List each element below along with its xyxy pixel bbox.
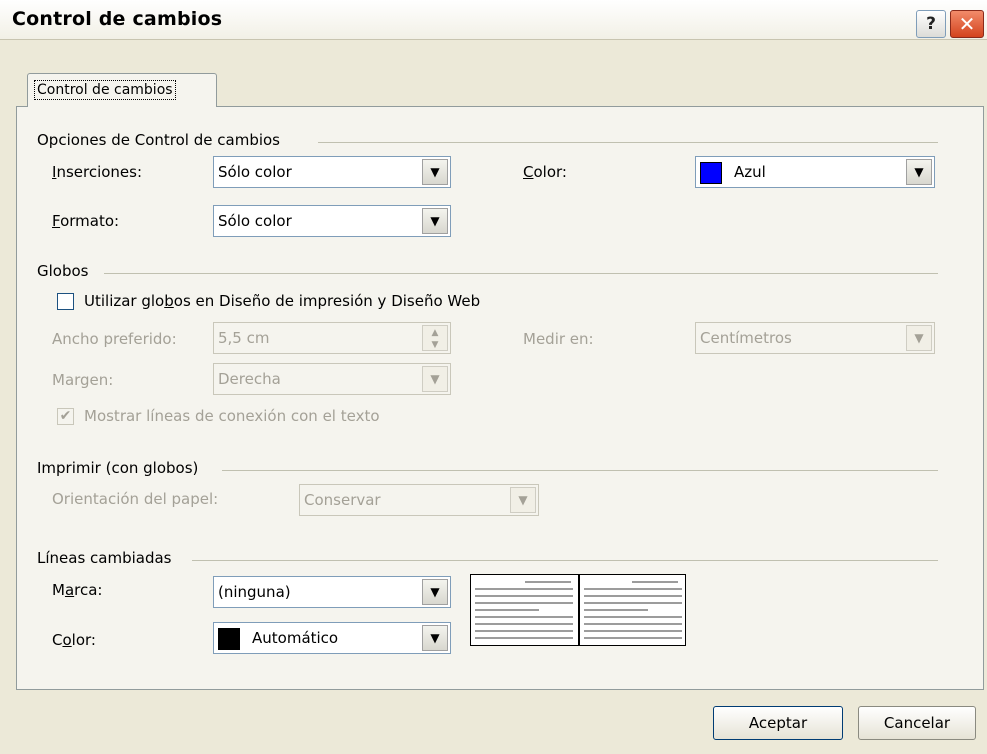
margin-select[interactable]: Derecha ▼	[213, 363, 451, 395]
use-balloons-checkbox[interactable]	[57, 293, 74, 310]
insertions-label: Inserciones:	[52, 163, 143, 181]
margin-label: Margen:	[52, 371, 114, 389]
cancel-button[interactable]: Cancelar	[858, 706, 976, 740]
use-balloons-label: Utilizar globos en Diseño de impresión y…	[84, 292, 481, 310]
preferred-width-spinner[interactable]: 5,5 cm ▲ ▼	[213, 322, 451, 354]
ok-button[interactable]: Aceptar	[713, 706, 843, 740]
spin-arrows-icon[interactable]: ▲ ▼	[422, 325, 448, 351]
chevron-down-icon[interactable]: ▼	[422, 625, 448, 651]
tab-label: Control de cambios	[34, 80, 176, 100]
preferred-width-label: Ancho preferido:	[52, 330, 177, 348]
color-label: Color:	[523, 163, 567, 181]
options-group-divider	[318, 142, 938, 143]
format-value: Sólo color	[218, 212, 292, 230]
insertions-value: Sólo color	[218, 163, 292, 181]
preview-left-page	[471, 575, 578, 645]
help-button[interactable]: ?	[916, 10, 946, 38]
show-lines-checkbox[interactable]: ✔	[57, 408, 74, 425]
measure-in-select[interactable]: Centímetros ▼	[695, 322, 935, 354]
mark-value: (ninguna)	[218, 583, 291, 601]
mark-label: Marca:	[52, 581, 103, 599]
print-group-divider	[222, 470, 938, 471]
show-lines-label: Mostrar líneas de conexión con el texto	[84, 407, 380, 425]
format-select[interactable]: Sólo color ▼	[213, 205, 451, 237]
measure-in-label: Medir en:	[523, 330, 594, 348]
chevron-down-icon[interactable]: ▼	[422, 159, 448, 185]
orientation-select[interactable]: Conservar ▼	[299, 484, 539, 516]
orientation-label: Orientación del papel:	[52, 490, 219, 508]
chevron-down-icon[interactable]: ▼	[510, 487, 536, 513]
orientation-value: Conservar	[304, 491, 381, 509]
line-color-label: Color:	[52, 631, 96, 649]
color-select[interactable]: Azul ▼	[695, 156, 935, 188]
close-button[interactable]: ✕	[950, 10, 984, 38]
color-swatch-black	[218, 628, 240, 650]
line-color-value: Automático	[252, 629, 339, 647]
chevron-down-icon[interactable]: ▼	[422, 579, 448, 605]
measure-in-value: Centímetros	[700, 329, 792, 347]
chevron-down-icon[interactable]: ▼	[906, 325, 932, 351]
margin-value: Derecha	[218, 370, 281, 388]
preview-right-page	[580, 575, 687, 645]
tab-control-de-cambios[interactable]: Control de cambios	[27, 73, 217, 107]
changed-lines-group-divider	[192, 560, 938, 561]
balloons-group-divider	[104, 273, 938, 274]
color-swatch-blue	[700, 162, 722, 184]
chevron-down-icon[interactable]: ▼	[422, 208, 448, 234]
chevron-down-icon[interactable]: ▼	[906, 159, 932, 185]
title-bar: Control de cambios ? ✕	[0, 0, 987, 40]
preferred-width-value: 5,5 cm	[218, 329, 270, 347]
format-label: Formato:	[52, 212, 120, 230]
dialog-title: Control de cambios	[12, 8, 223, 30]
insertions-select[interactable]: Sólo color ▼	[213, 156, 451, 188]
color-value: Azul	[734, 163, 766, 181]
changed-lines-preview	[470, 574, 686, 646]
chevron-down-icon[interactable]: ▼	[422, 366, 448, 392]
line-color-select[interactable]: Automático ▼	[213, 622, 451, 654]
mark-select[interactable]: (ninguna) ▼	[213, 576, 451, 608]
